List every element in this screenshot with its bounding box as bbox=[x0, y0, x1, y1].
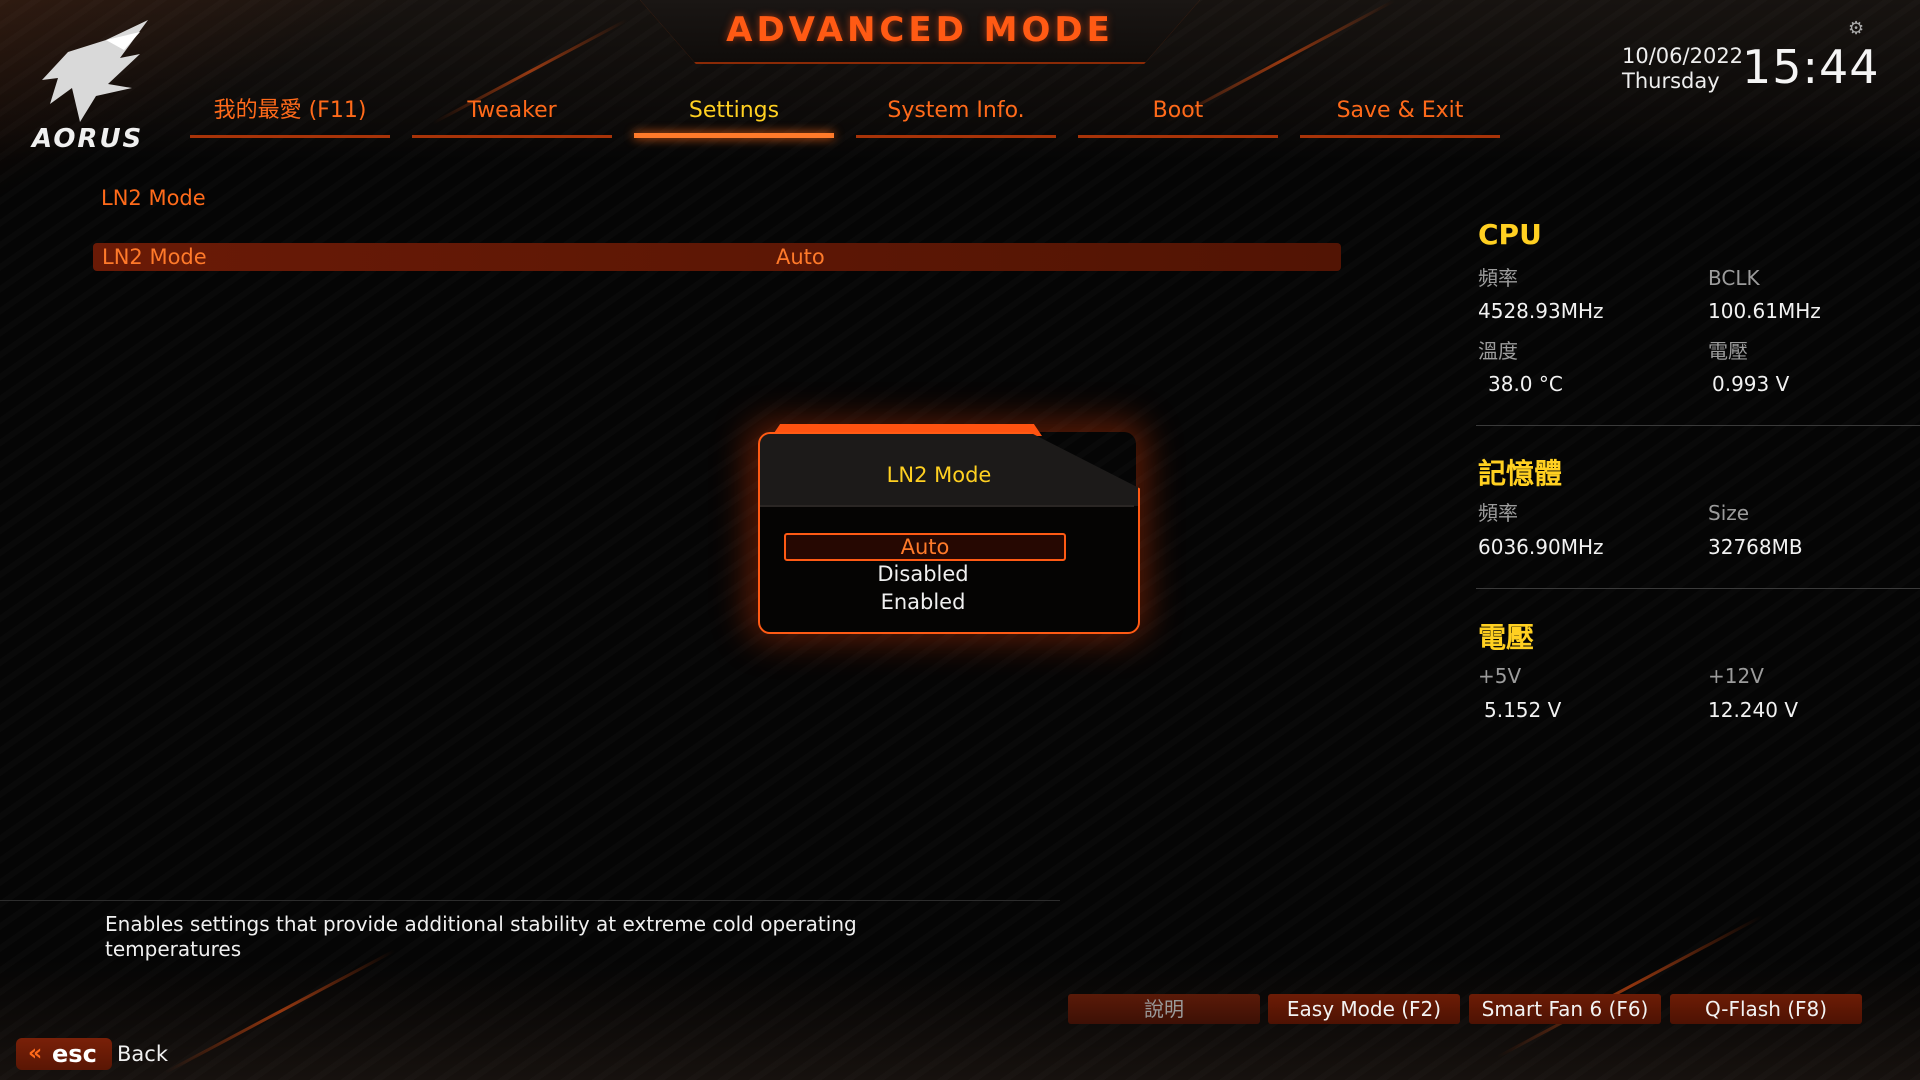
voltage-5v-value: 5.152 V bbox=[1484, 698, 1562, 722]
help-divider bbox=[0, 900, 1060, 901]
voltage-12v-label: +12V bbox=[1708, 664, 1764, 688]
memory-freq-value: 6036.90MHz bbox=[1478, 535, 1604, 559]
cpu-bclk-value: 100.61MHz bbox=[1708, 299, 1821, 323]
tab-settings[interactable]: Settings bbox=[634, 92, 834, 138]
setting-label: LN2 Mode bbox=[102, 245, 207, 269]
section-title: LN2 Mode bbox=[101, 186, 206, 210]
voltage-5v-label: +5V bbox=[1478, 664, 1522, 688]
date: 10/06/2022 bbox=[1622, 44, 1744, 68]
memory-heading: 記憶體 bbox=[1478, 457, 1563, 490]
help-button[interactable]: 說明 bbox=[1068, 994, 1260, 1024]
gear-icon[interactable]: ⚙ bbox=[1848, 18, 1864, 39]
brand-name: AORUS bbox=[32, 124, 144, 154]
tab-save-exit[interactable]: Save & Exit bbox=[1300, 92, 1500, 138]
date-display: 10/06/2022 Thursday bbox=[1622, 44, 1743, 94]
cpu-temp-value: 38.0 °C bbox=[1488, 372, 1563, 396]
double-chevron-left-icon: « bbox=[28, 1041, 43, 1066]
popup-title: LN2 Mode bbox=[886, 463, 992, 487]
tab-label: Tweaker bbox=[467, 98, 557, 123]
back-label[interactable]: Back bbox=[117, 1042, 168, 1066]
voltage-heading: 電壓 bbox=[1478, 621, 1535, 654]
tab-label: 我的最愛 (F11) bbox=[213, 98, 367, 123]
cpu-heading: CPU bbox=[1478, 218, 1542, 251]
tab-tweaker[interactable]: Tweaker bbox=[412, 92, 612, 138]
panel-divider bbox=[1476, 425, 1920, 426]
tab-label: Save & Exit bbox=[1336, 98, 1464, 123]
tab-label: System Info. bbox=[887, 98, 1025, 123]
panel-divider bbox=[1476, 588, 1920, 589]
memory-size-label: Size bbox=[1708, 501, 1750, 525]
tab-favorites[interactable]: 我的最愛 (F11) bbox=[190, 92, 390, 138]
cpu-volt-value: 0.993 V bbox=[1712, 372, 1790, 396]
cpu-volt-label: 電壓 bbox=[1708, 339, 1748, 363]
setting-row-ln2-mode[interactable]: LN2 Mode Auto bbox=[93, 243, 1341, 271]
help-text: Enables settings that provide additional… bbox=[105, 912, 857, 961]
popup-divider bbox=[760, 505, 1134, 507]
tab-boot[interactable]: Boot bbox=[1078, 92, 1278, 138]
memory-freq-label: 頻率 bbox=[1478, 501, 1518, 525]
cpu-temp-label: 溫度 bbox=[1478, 339, 1518, 363]
tab-system-info[interactable]: System Info. bbox=[856, 92, 1056, 138]
voltage-12v-value: 12.240 V bbox=[1708, 698, 1799, 722]
easy-mode-button[interactable]: Easy Mode (F2) bbox=[1268, 994, 1460, 1024]
cpu-freq-value: 4528.93MHz bbox=[1478, 299, 1604, 323]
option-disabled[interactable]: Disabled bbox=[784, 561, 1062, 587]
cpu-freq-label: 頻率 bbox=[1478, 266, 1518, 290]
option-auto[interactable]: Auto bbox=[784, 533, 1066, 561]
setting-value: Auto bbox=[776, 245, 825, 269]
option-enabled[interactable]: Enabled bbox=[784, 589, 1062, 615]
clock: 15:44 bbox=[1742, 40, 1880, 94]
cpu-bclk-label: BCLK bbox=[1708, 266, 1760, 290]
smart-fan-button[interactable]: Smart Fan 6 (F6) bbox=[1469, 994, 1661, 1024]
tab-label: Settings bbox=[688, 98, 780, 123]
memory-size-value: 32768MB bbox=[1708, 535, 1803, 559]
weekday: Thursday bbox=[1622, 69, 1720, 93]
page-title: ADVANCED MODE bbox=[726, 10, 1114, 50]
esc-button[interactable]: « esc bbox=[16, 1038, 112, 1070]
tab-label: Boot bbox=[1152, 98, 1204, 123]
q-flash-button[interactable]: Q-Flash (F8) bbox=[1670, 994, 1862, 1024]
main-tabs: 我的最愛 (F11) Tweaker Settings System Info.… bbox=[190, 92, 1510, 138]
esc-label: esc bbox=[52, 1040, 97, 1068]
